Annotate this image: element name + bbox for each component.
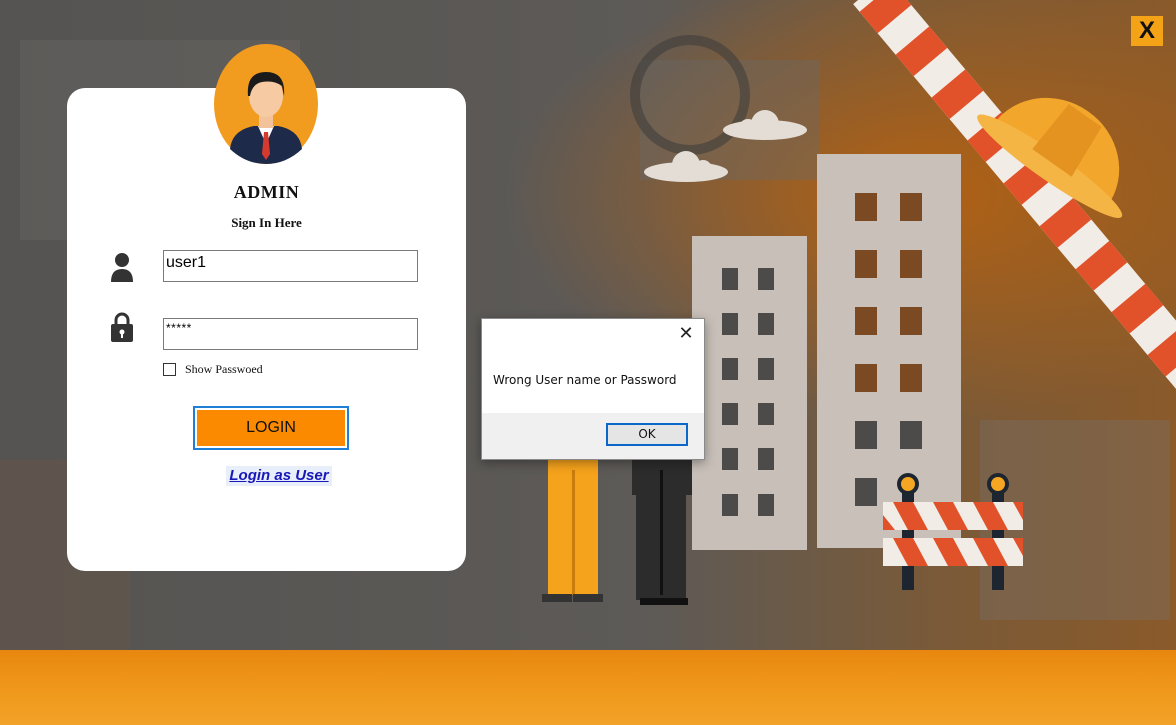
login-as-user-link[interactable]: Login as User [226, 466, 332, 486]
password-field[interactable]: ***** [163, 318, 418, 350]
ok-button[interactable]: OK [606, 423, 688, 446]
page-subtitle: Sign In Here [231, 215, 302, 230]
user-icon [111, 253, 133, 282]
login-button[interactable]: LOGIN [193, 406, 349, 450]
login-button-label: LOGIN [197, 410, 345, 446]
dialog-footer: OK [482, 413, 704, 459]
bottom-bar [0, 650, 1176, 725]
show-password-label: Show Passwoed [185, 362, 263, 376]
close-window-button[interactable]: X [1131, 16, 1163, 46]
error-dialog: ✕ Wrong User name or Password OK [481, 318, 705, 460]
lock-icon [111, 312, 133, 342]
username-field[interactable]: user1 [163, 250, 418, 282]
show-password-checkbox[interactable] [163, 363, 176, 376]
admin-avatar-icon [214, 44, 318, 164]
page-title: ADMIN [233, 182, 300, 202]
error-message: Wrong User name or Password [493, 373, 677, 387]
close-icon[interactable]: ✕ [674, 323, 698, 345]
